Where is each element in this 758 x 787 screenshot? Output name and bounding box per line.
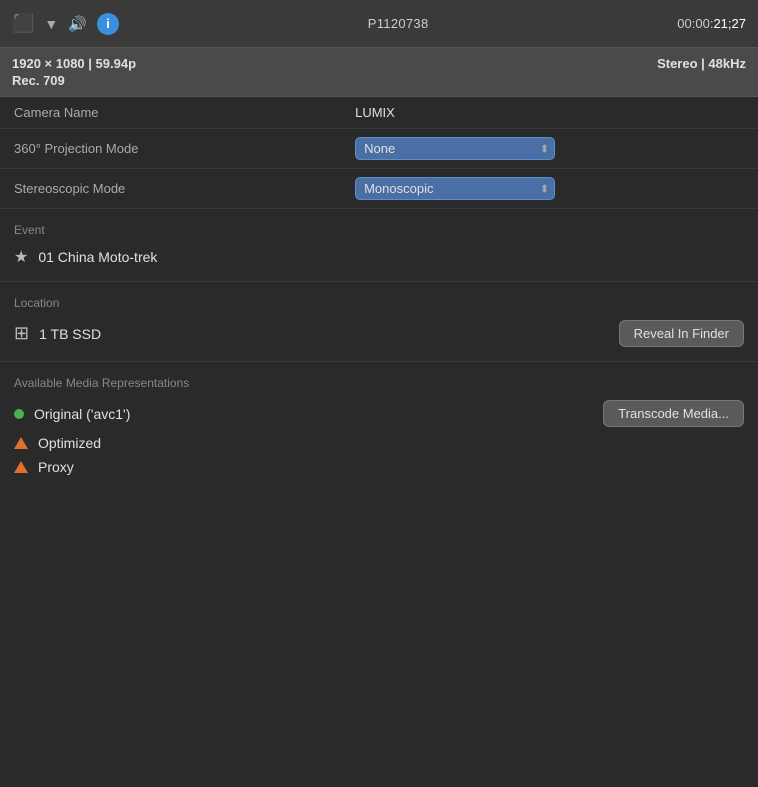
audio-freq: 48kHz <box>708 56 746 71</box>
original-green-indicator <box>14 409 24 419</box>
timecode: 00:00:21;27 <box>677 16 746 31</box>
location-grid-icon: ⊞ <box>14 323 29 344</box>
projection-select[interactable]: None Equirectangular Cubic <box>355 137 555 160</box>
stereoscopic-row: Stereoscopic Mode Monoscopic Side By Sid… <box>0 169 758 209</box>
event-star-icon: ★ <box>14 247 28 267</box>
media-optimized-item: Optimized <box>14 435 744 451</box>
camera-name-value: LUMIX <box>341 97 758 129</box>
stereoscopic-label: Stereoscopic Mode <box>0 169 341 209</box>
resolution-label: 1920 × 1080 | 59.94p <box>12 56 136 71</box>
stereoscopic-cell: Monoscopic Side By Side Over/Under <box>341 169 758 209</box>
properties-table: Camera Name LUMIX 360° Projection Mode N… <box>0 97 758 209</box>
stereoscopic-select[interactable]: Monoscopic Side By Side Over/Under <box>355 177 555 200</box>
toolbar: ⬛ ▼ 🔊 i P1120738 00:00:21;27 <box>0 0 758 48</box>
stereoscopic-select-wrapper: Monoscopic Side By Side Over/Under <box>355 177 555 200</box>
media-original-row: Original ('avc1') Transcode Media... <box>14 400 744 427</box>
location-section: Location ⊞ 1 TB SSD Reveal In Finder <box>0 282 758 362</box>
media-original-left: Original ('avc1') <box>14 406 130 422</box>
clip-id: P1120738 <box>119 16 677 31</box>
projection-label: 360° Projection Mode <box>0 129 341 169</box>
event-name: 01 China Moto-trek <box>38 249 744 265</box>
proxy-label: Proxy <box>38 459 74 475</box>
info-icon[interactable]: i <box>97 13 119 35</box>
film-icon[interactable]: ⬛ <box>12 13 34 34</box>
color-space: Rec. 709 <box>12 73 746 88</box>
optimized-triangle-indicator <box>14 437 28 449</box>
event-label: Event <box>14 223 744 237</box>
projection-select-wrapper: None Equirectangular Cubic <box>355 137 555 160</box>
resolution-value: 1920 × 1080 <box>12 56 85 71</box>
projection-row: 360° Projection Mode None Equirectangula… <box>0 129 758 169</box>
event-item: ★ 01 China Moto-trek <box>14 247 744 267</box>
reveal-in-finder-button[interactable]: Reveal In Finder <box>619 320 744 347</box>
camera-name-row: Camera Name LUMIX <box>0 97 758 129</box>
event-section: Event ★ 01 China Moto-trek <box>0 209 758 282</box>
info-bar: 1920 × 1080 | 59.94p Stereo | 48kHz Rec.… <box>0 48 758 97</box>
location-name: 1 TB SSD <box>39 326 609 342</box>
audio-icon[interactable]: 🔊 <box>68 15 87 33</box>
location-item: ⊞ 1 TB SSD Reveal In Finder <box>14 320 744 347</box>
media-representations-section: Available Media Representations Original… <box>0 362 758 497</box>
filter-icon[interactable]: ▼ <box>44 16 58 32</box>
timecode-highlight: 21;27 <box>713 16 746 31</box>
projection-cell: None Equirectangular Cubic <box>341 129 758 169</box>
media-representations-label: Available Media Representations <box>14 376 744 390</box>
optimized-label: Optimized <box>38 435 101 451</box>
original-label: Original ('avc1') <box>34 406 130 422</box>
toolbar-icons: ⬛ ▼ 🔊 i <box>12 13 119 35</box>
timecode-prefix: 00:00: <box>677 16 713 31</box>
media-original-item: Original ('avc1') Transcode Media... <box>14 400 744 427</box>
proxy-triangle-indicator <box>14 461 28 473</box>
audio-label: Stereo | 48kHz <box>657 56 746 71</box>
media-proxy-item: Proxy <box>14 459 744 475</box>
transcode-media-button[interactable]: Transcode Media... <box>603 400 744 427</box>
framerate-value: 59.94p <box>96 56 136 71</box>
audio-stereo: Stereo <box>657 56 697 71</box>
camera-name-label: Camera Name <box>0 97 341 129</box>
location-label: Location <box>14 296 744 310</box>
